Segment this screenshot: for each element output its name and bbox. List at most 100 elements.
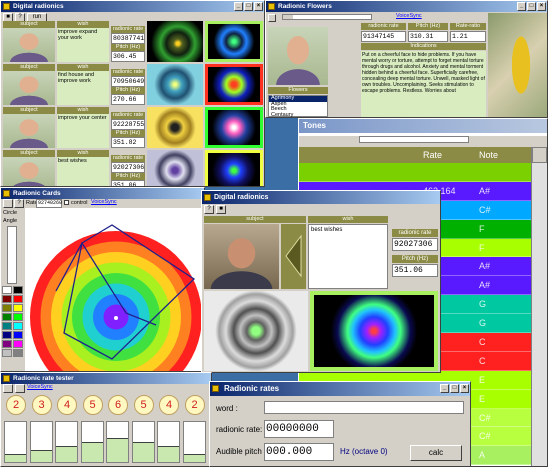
calc-button[interactable]: calc (410, 445, 462, 461)
pitch-value[interactable]: 310.31 (408, 31, 448, 42)
close-button[interactable]: × (537, 2, 546, 11)
palette-swatch[interactable] (13, 286, 23, 294)
subject-photo[interactable] (3, 114, 55, 148)
digit-dial[interactable]: 6 (108, 395, 128, 415)
digit-dial[interactable]: 2 (184, 395, 205, 415)
voicesync-link[interactable]: VoiceSync (396, 13, 422, 19)
level-bar[interactable] (4, 421, 27, 463)
palette-swatch[interactable] (13, 340, 23, 348)
titlebar[interactable]: Radionic rate tester (1, 373, 211, 384)
help-button[interactable]: ? (14, 199, 24, 208)
rate-value[interactable]: 92228755 (111, 119, 145, 130)
palette-swatch[interactable] (2, 322, 12, 330)
slider-track[interactable] (282, 14, 372, 20)
digit-dial[interactable]: 4 (159, 395, 179, 415)
arrow-button[interactable] (281, 224, 306, 289)
subject-photo[interactable] (3, 28, 55, 62)
card-canvas[interactable] (26, 215, 204, 372)
palette-swatch[interactable] (2, 313, 12, 321)
voicesync-link[interactable]: VoiceSync (91, 199, 117, 205)
level-bar[interactable] (80, 421, 104, 463)
palette-swatch[interactable] (2, 295, 12, 303)
minimize-button[interactable]: _ (517, 2, 526, 11)
pitch-field[interactable]: 000.000 (264, 443, 334, 461)
minimize-button[interactable]: _ (234, 2, 243, 11)
rate-field[interactable]: 92740260 (36, 199, 62, 208)
wish-text[interactable]: improve expand your work (57, 28, 109, 62)
level-bar[interactable] (131, 421, 155, 463)
palette-swatch[interactable] (13, 322, 23, 330)
toolbar-button[interactable] (3, 199, 13, 208)
subject-label: subject (3, 107, 55, 114)
wish-text[interactable]: improve your center (57, 114, 109, 148)
palette-swatch[interactable] (2, 349, 12, 357)
flowers-list[interactable]: Agrimony Aspen Beech Centaury (268, 95, 328, 117)
digit-dial[interactable]: 5 (133, 395, 154, 415)
word-input[interactable] (264, 401, 464, 414)
palette-swatch[interactable] (2, 304, 12, 312)
close-button[interactable]: × (460, 384, 469, 393)
help-button[interactable]: ? (204, 205, 214, 214)
palette-swatch[interactable] (2, 331, 12, 339)
rate-value[interactable]: 70950649 (111, 76, 145, 87)
maximize-button[interactable]: □ (244, 2, 253, 11)
level-fill (183, 454, 205, 462)
slider-thumb[interactable] (283, 15, 293, 19)
level-bar[interactable] (182, 421, 206, 463)
level-bar[interactable] (106, 421, 129, 463)
digit-dial[interactable]: 3 (31, 395, 52, 415)
digit-dial[interactable]: 2 (6, 395, 26, 415)
note-cell: C# (479, 412, 491, 423)
rate-value[interactable]: 92027306 (111, 162, 145, 173)
scrollbar[interactable] (531, 147, 547, 466)
palette-swatch[interactable] (2, 340, 12, 348)
note-cell: F (479, 223, 485, 234)
pitch-value[interactable]: 270.66 (111, 94, 145, 105)
subject-photo[interactable] (3, 157, 55, 186)
voicesync-link[interactable]: VoiceSync (27, 384, 53, 393)
titlebar[interactable]: Radionic Flowers _ □ × (266, 1, 547, 12)
wish-text[interactable]: find house and improve work (57, 71, 109, 105)
pitch-value[interactable]: 351.06 (111, 180, 145, 186)
level-bar[interactable] (55, 421, 78, 463)
subject-photo[interactable] (204, 224, 279, 289)
titlebar[interactable]: Digital radionics _ □ × (1, 1, 264, 12)
titlebar[interactable]: Tones (299, 119, 547, 133)
pitch-value[interactable]: 306.45 (111, 51, 145, 62)
maximize-button[interactable]: □ (527, 2, 536, 11)
titlebar[interactable]: Radionic Cards (1, 188, 204, 199)
toolbar-button[interactable] (268, 14, 276, 22)
palette-swatch[interactable] (13, 295, 23, 303)
rate-value[interactable]: 92027306 (392, 238, 438, 251)
maximize-button[interactable]: □ (450, 384, 459, 393)
rate-ratio-value[interactable]: 1.21 (450, 31, 486, 42)
digit-dial[interactable]: 4 (57, 395, 77, 415)
palette-swatch[interactable] (13, 313, 23, 321)
minimize-button[interactable]: _ (440, 384, 449, 393)
digit-dial[interactable]: 5 (82, 395, 103, 415)
toolbar-button[interactable] (3, 384, 13, 393)
rate-value[interactable]: 91347145 (361, 31, 406, 42)
pitch-value[interactable]: 351.06 (392, 264, 438, 277)
rate-field[interactable]: 00000000 (264, 420, 334, 438)
level-bar[interactable] (157, 421, 180, 463)
close-button[interactable]: × (254, 2, 263, 11)
wish-text[interactable]: best wishes (308, 224, 388, 289)
level-bar[interactable] (29, 421, 53, 463)
run-button[interactable]: ■ (216, 205, 226, 214)
angle-slider[interactable] (7, 226, 17, 284)
palette-swatch[interactable] (2, 286, 12, 294)
wish-text[interactable]: best wishes (57, 157, 109, 186)
tone-row[interactable] (299, 163, 531, 182)
titlebar[interactable]: Digital radionics (202, 191, 440, 204)
control-checkbox[interactable] (64, 200, 69, 205)
pitch-value[interactable]: 351.82 (111, 137, 145, 148)
palette-swatch[interactable] (13, 349, 23, 357)
titlebar[interactable]: Radionic rates _ □ × (210, 382, 470, 396)
toolbar-button[interactable] (15, 384, 25, 393)
rate-value[interactable]: 80387741 (111, 33, 145, 44)
scroll-up-button[interactable] (532, 147, 547, 163)
subject-photo[interactable] (3, 71, 55, 105)
palette-swatch[interactable] (13, 331, 23, 339)
palette-swatch[interactable] (13, 304, 23, 312)
